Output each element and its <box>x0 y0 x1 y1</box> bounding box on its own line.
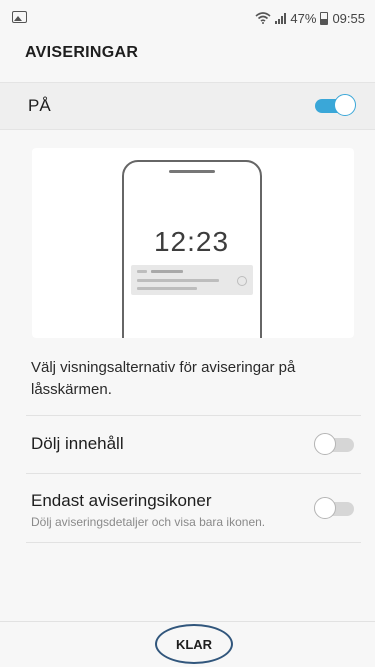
master-switch-row[interactable]: PÅ <box>0 82 375 130</box>
phone-speaker <box>169 170 215 173</box>
notification-header-line <box>151 270 183 273</box>
icons-only-toggle[interactable] <box>314 497 354 521</box>
notification-circle-icon <box>237 276 247 286</box>
description-text: Välj visningsalternativ för aviseringar … <box>31 359 296 398</box>
status-icons: 47% 09:55 <box>255 8 365 28</box>
done-button[interactable]: KLAR <box>155 624 233 664</box>
bottom-bar: KLAR <box>0 621 375 667</box>
battery-icon <box>320 11 329 25</box>
gallery-icon <box>12 11 27 23</box>
notification-app-icon <box>137 270 147 273</box>
status-time: 09:55 <box>332 10 365 26</box>
preview-clock: 12:23 <box>153 226 230 257</box>
phone-illustration: 12:23 <box>122 160 262 338</box>
divider <box>26 415 361 416</box>
preview-notification <box>131 265 253 295</box>
toggle-knob <box>314 497 336 519</box>
status-bar: 47% 09:55 <box>0 0 375 36</box>
notification-text-line <box>137 279 219 282</box>
toggle-knob <box>334 94 356 116</box>
divider <box>26 542 361 543</box>
wifi-icon <box>255 12 271 24</box>
master-toggle[interactable] <box>315 94 356 118</box>
toggle-knob <box>314 433 336 455</box>
setting-label: Endast aviseringsikoner <box>31 491 212 510</box>
notification-text-line <box>137 287 197 290</box>
setting-subtitle: Dölj aviseringsdetaljer och visa bara ik… <box>31 515 266 529</box>
signal-icon <box>275 12 287 24</box>
battery-percent: 47% <box>290 10 317 26</box>
divider <box>26 473 361 474</box>
lockscreen-preview: 12:23 <box>32 148 354 338</box>
setting-label: Dölj innehåll <box>31 434 124 453</box>
master-switch-label: PÅ <box>28 96 51 115</box>
page-title: AVISERINGAR <box>25 44 139 61</box>
hide-content-toggle[interactable] <box>314 433 354 457</box>
